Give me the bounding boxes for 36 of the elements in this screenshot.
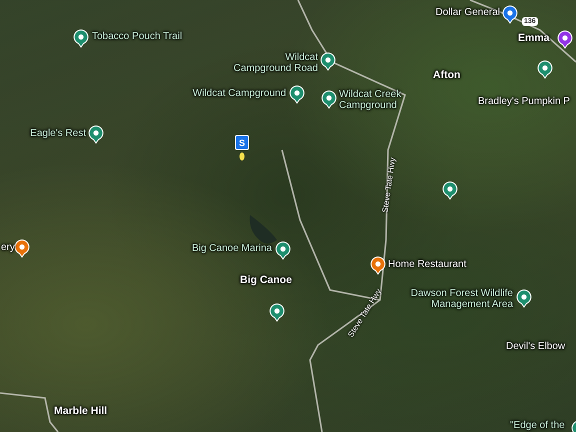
- map-pin-icon[interactable]: [275, 241, 291, 260]
- lake-drawing: [250, 215, 277, 244]
- place-label[interactable]: Wildcat Creek Campground: [339, 89, 402, 111]
- map-pin-icon[interactable]: [14, 239, 30, 258]
- place-label[interactable]: Devil's Elbow: [506, 341, 566, 352]
- place-label[interactable]: Eagle's Rest: [30, 128, 86, 139]
- map-pin-icon[interactable]: [537, 60, 553, 79]
- map-pin-icon[interactable]: [73, 29, 89, 48]
- town-label: Marble Hill: [54, 406, 108, 417]
- place-label[interactable]: Tobacco Pouch Trail: [92, 31, 182, 42]
- place-label[interactable]: Dawson Forest Wildlife Management Area: [410, 288, 513, 310]
- map-pin-icon[interactable]: [321, 90, 337, 109]
- place-label[interactable]: Home Restaurant: [388, 259, 466, 270]
- map-pin-icon[interactable]: [289, 85, 305, 104]
- place-label[interactable]: ery: [1, 242, 15, 253]
- map-pin-icon[interactable]: [88, 125, 104, 144]
- map-pin-icon[interactable]: [502, 5, 518, 24]
- place-label[interactable]: Dollar General: [436, 7, 500, 18]
- place-label[interactable]: Wildcat Campground Road: [234, 52, 318, 74]
- map-pin-icon[interactable]: [370, 256, 386, 275]
- place-label[interactable]: Wildcat Campground: [192, 88, 286, 99]
- road-label: Steve Tate Hwy: [380, 156, 398, 214]
- town-label: Emma: [518, 33, 550, 44]
- place-label[interactable]: Big Canoe Marina: [192, 243, 272, 254]
- location-marker[interactable]: S: [235, 135, 249, 150]
- place-label[interactable]: Bradley's Pumpkin P: [478, 96, 570, 107]
- map-pin-icon[interactable]: [557, 30, 573, 49]
- satellite-imagery[interactable]: [0, 0, 576, 432]
- town-label: Big Canoe: [240, 275, 292, 286]
- map-pin-icon[interactable]: [516, 289, 532, 308]
- map-pin-icon[interactable]: [269, 303, 285, 322]
- map-pin-icon[interactable]: [442, 181, 458, 200]
- town-label: Afton: [433, 70, 460, 81]
- place-label[interactable]: "Edge of the: [510, 420, 565, 431]
- location-dot-icon: [239, 152, 245, 161]
- map-pin-icon[interactable]: [320, 52, 336, 71]
